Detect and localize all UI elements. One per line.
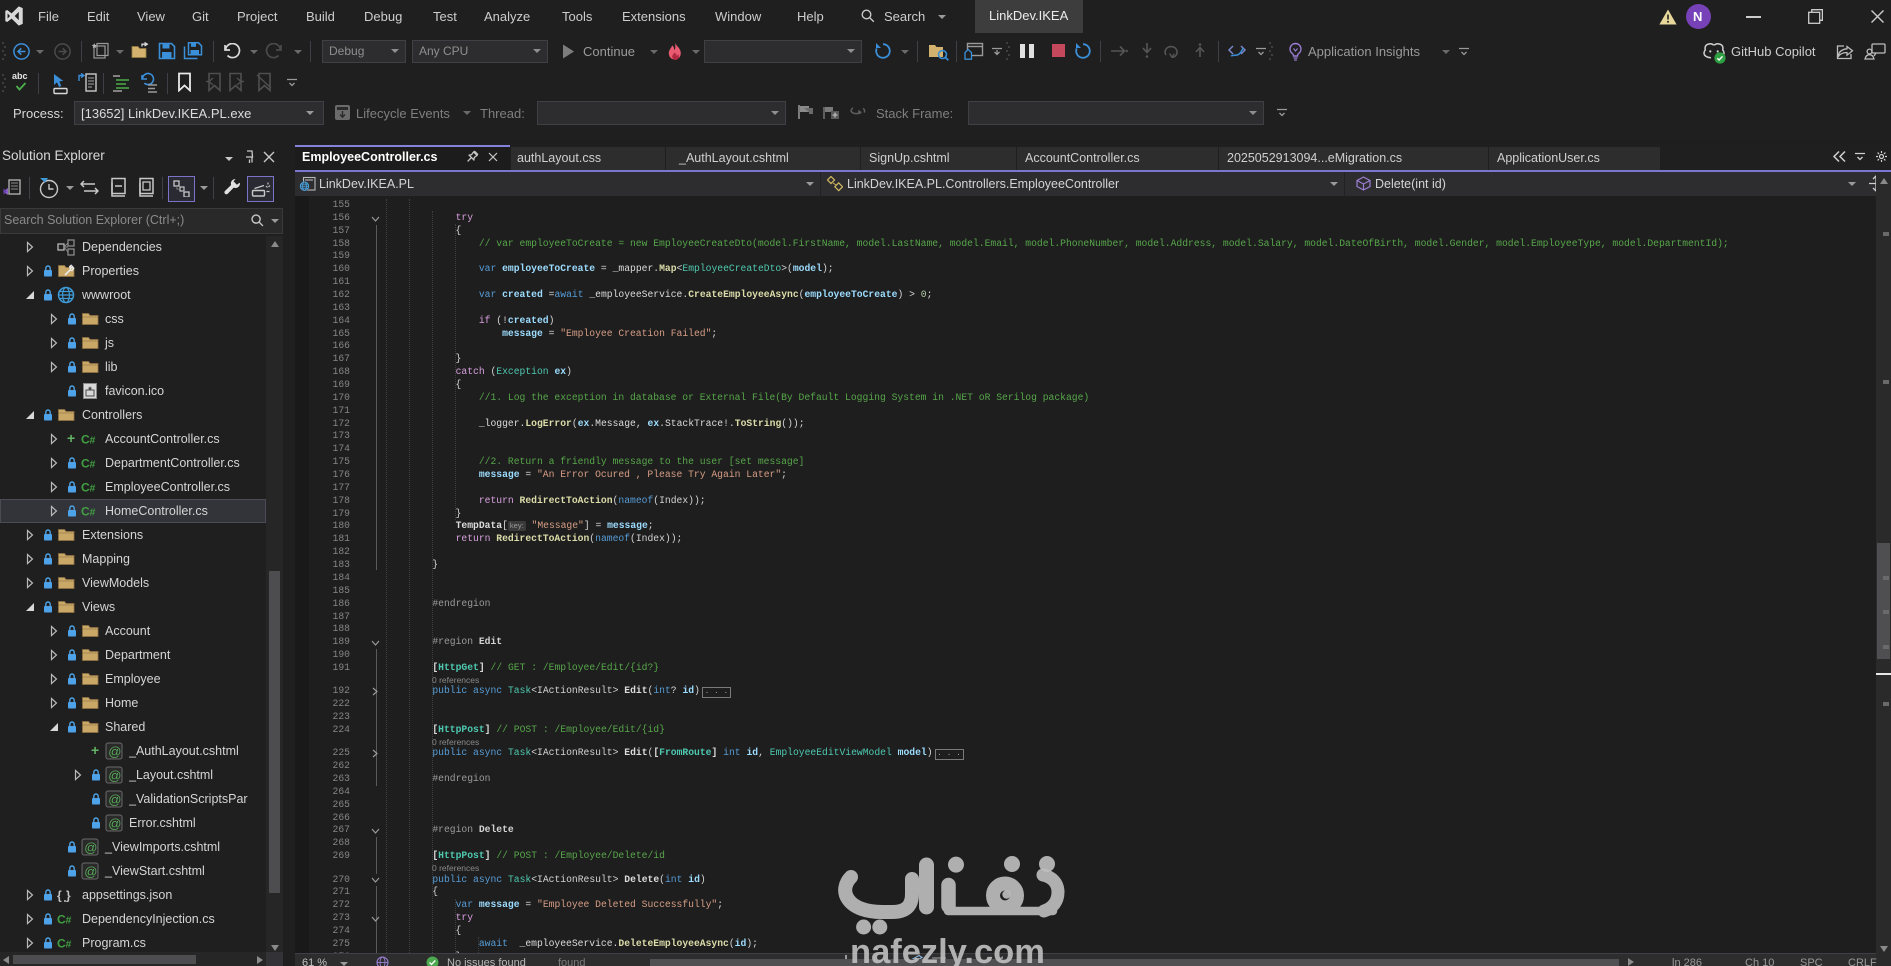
svg-text:nafezly.com: nafezly.com bbox=[850, 933, 1045, 966]
